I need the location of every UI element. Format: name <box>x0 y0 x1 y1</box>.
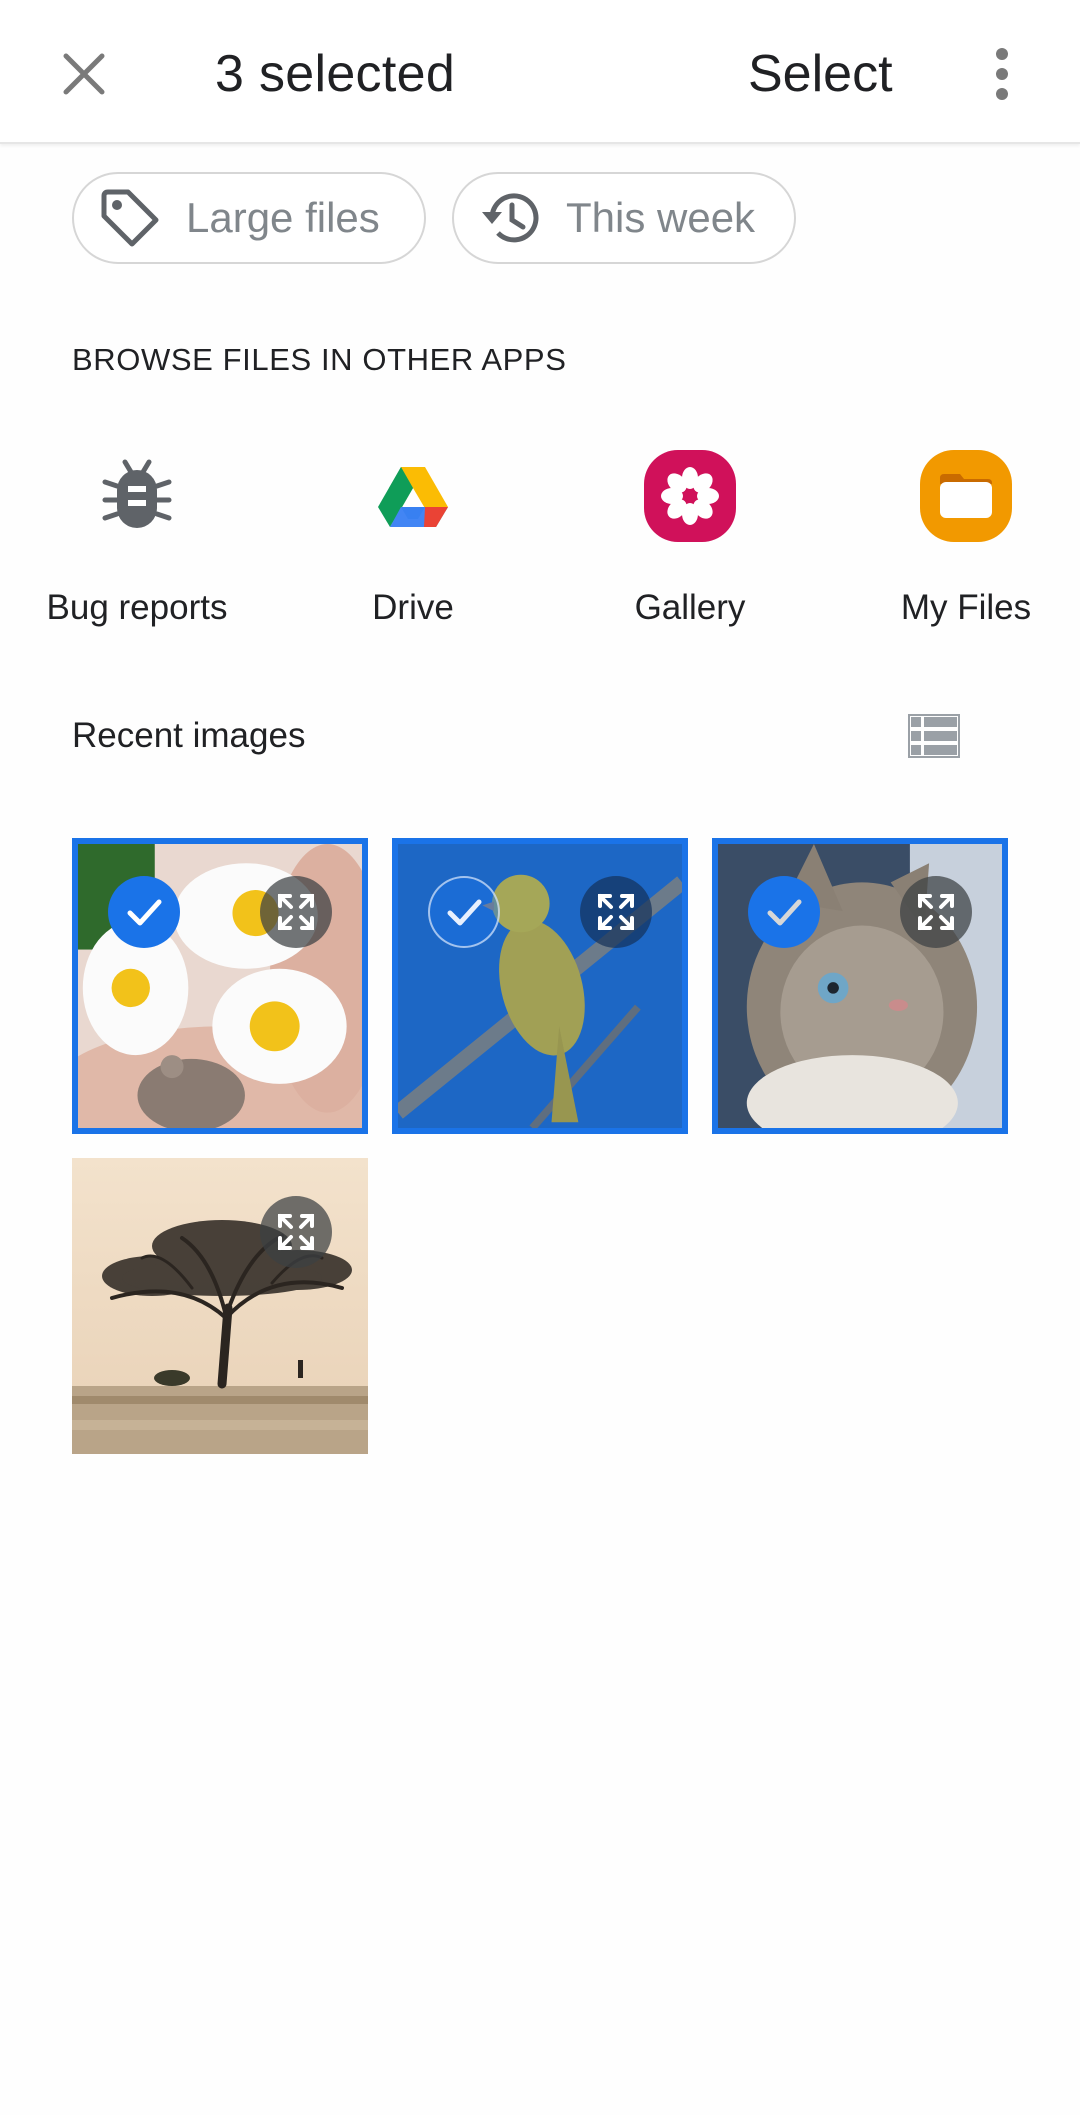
check-icon <box>447 899 482 926</box>
expand-preview-button[interactable] <box>260 876 332 948</box>
selected-check-badge[interactable] <box>108 876 180 948</box>
app-drive[interactable]: Drive <box>273 446 553 628</box>
fullscreen-icon <box>278 894 314 930</box>
image-thumbnail-tree[interactable] <box>72 1158 368 1454</box>
chip-large-files[interactable]: Large files <box>72 172 426 264</box>
chip-label: Large files <box>186 194 380 241</box>
fullscreen-icon <box>918 894 954 930</box>
close-icon <box>63 53 105 95</box>
list-view-icon <box>908 714 960 758</box>
google-drive-icon <box>363 446 463 546</box>
select-button[interactable]: Select <box>748 38 893 110</box>
app-label: Bug reports <box>46 588 228 627</box>
more-vert-icon <box>996 48 1008 100</box>
image-thumbnail-yellow-bird[interactable] <box>392 838 688 1134</box>
folder-icon <box>916 446 1016 546</box>
check-icon <box>127 899 162 926</box>
check-icon <box>767 899 802 926</box>
recent-images-heading: Recent images <box>72 716 306 755</box>
selected-check-badge[interactable] <box>428 876 500 948</box>
top-app-bar: 3 selected Select <box>0 0 1080 144</box>
bug-icon <box>87 446 187 546</box>
app-label: My Files <box>900 588 1032 627</box>
chip-this-week[interactable]: This week <box>452 172 796 264</box>
fullscreen-icon <box>278 1214 314 1250</box>
gallery-icon <box>640 446 740 546</box>
image-thumbnail-kitten[interactable] <box>712 838 1008 1134</box>
list-view-button[interactable] <box>898 704 970 768</box>
selected-check-badge[interactable] <box>748 876 820 948</box>
expand-preview-button[interactable] <box>580 876 652 948</box>
fullscreen-icon <box>598 894 634 930</box>
app-label: Drive <box>372 588 454 627</box>
history-icon <box>478 186 542 250</box>
browse-section-heading: BROWSE FILES IN OTHER APPS <box>72 342 567 377</box>
image-thumbnail-mouse-daisies[interactable] <box>72 838 368 1134</box>
photo-tree <box>72 1158 368 1454</box>
expand-preview-button[interactable] <box>260 1196 332 1268</box>
selection-count-title: 3 selected <box>215 45 456 103</box>
close-button[interactable] <box>48 38 120 110</box>
app-gallery[interactable]: Gallery <box>550 446 830 628</box>
app-label: Gallery <box>634 588 746 627</box>
app-my-files[interactable]: My Files <box>826 446 1080 628</box>
tag-icon <box>98 186 162 250</box>
app-bug-reports[interactable]: Bug reports <box>0 446 277 628</box>
more-options-button[interactable] <box>966 38 1038 110</box>
expand-preview-button[interactable] <box>900 876 972 948</box>
chip-label: This week <box>566 194 756 241</box>
